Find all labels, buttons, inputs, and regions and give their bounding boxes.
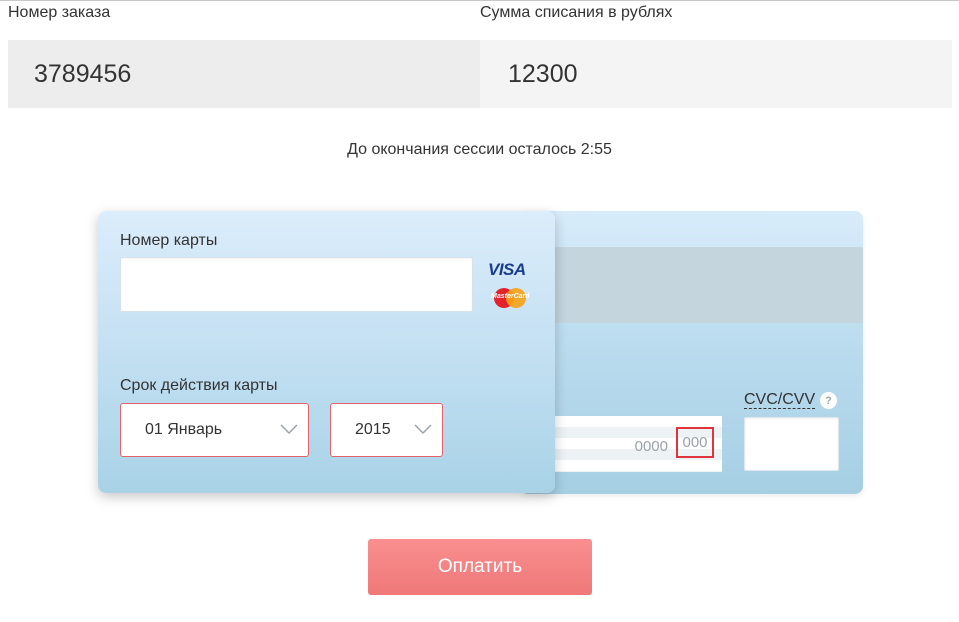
mastercard-logo-text: MasterCard: [491, 293, 530, 300]
expiry-month-select[interactable]: 01 Январь: [120, 403, 309, 457]
visa-logo: VISA: [488, 260, 526, 280]
top-divider: [0, 0, 959, 1]
order-number-value: 3789456: [34, 59, 132, 88]
expiry-year-select[interactable]: 2015: [330, 403, 443, 457]
cvc-label: CVC/CVV: [744, 391, 816, 409]
amount-field: 12300: [480, 40, 952, 108]
sample-cvc-digits: 000: [682, 434, 708, 451]
expiry-label: Срок действия карты: [120, 377, 278, 394]
visa-logo-text: VISA: [488, 260, 526, 279]
chevron-down-icon: [414, 424, 432, 435]
mastercard-logo: MasterCard: [491, 287, 530, 309]
help-icon[interactable]: ?: [820, 392, 837, 409]
order-number-field: 3789456: [8, 40, 480, 108]
card-back: 0000 000 CVC/CVV ?: [520, 211, 863, 494]
order-number-label: Номер заказа: [8, 4, 111, 21]
sample-card-digits: 0000: [634, 438, 668, 455]
session-timer-time: 2:55: [580, 141, 612, 158]
card-number-input[interactable]: [120, 257, 473, 312]
pay-button[interactable]: Оплатить: [368, 539, 592, 595]
card-front: Номер карты VISA MasterCard Срок действи…: [98, 211, 555, 493]
cvc-location-hint: 000: [676, 427, 714, 458]
expiry-month-value: 01 Январь: [145, 421, 223, 438]
session-timer-label: До окончания сессии осталось: [347, 141, 577, 158]
expiry-year-value: 2015: [355, 421, 391, 438]
card-number-label: Номер карты: [120, 232, 218, 249]
magnetic-stripe: [520, 247, 863, 323]
cvc-input[interactable]: [744, 417, 839, 471]
chevron-down-icon: [280, 424, 298, 435]
amount-value: 12300: [508, 59, 578, 88]
amount-label: Сумма списания в рублях: [480, 4, 673, 21]
session-timer: До окончания сессии осталось 2:55: [0, 141, 959, 159]
